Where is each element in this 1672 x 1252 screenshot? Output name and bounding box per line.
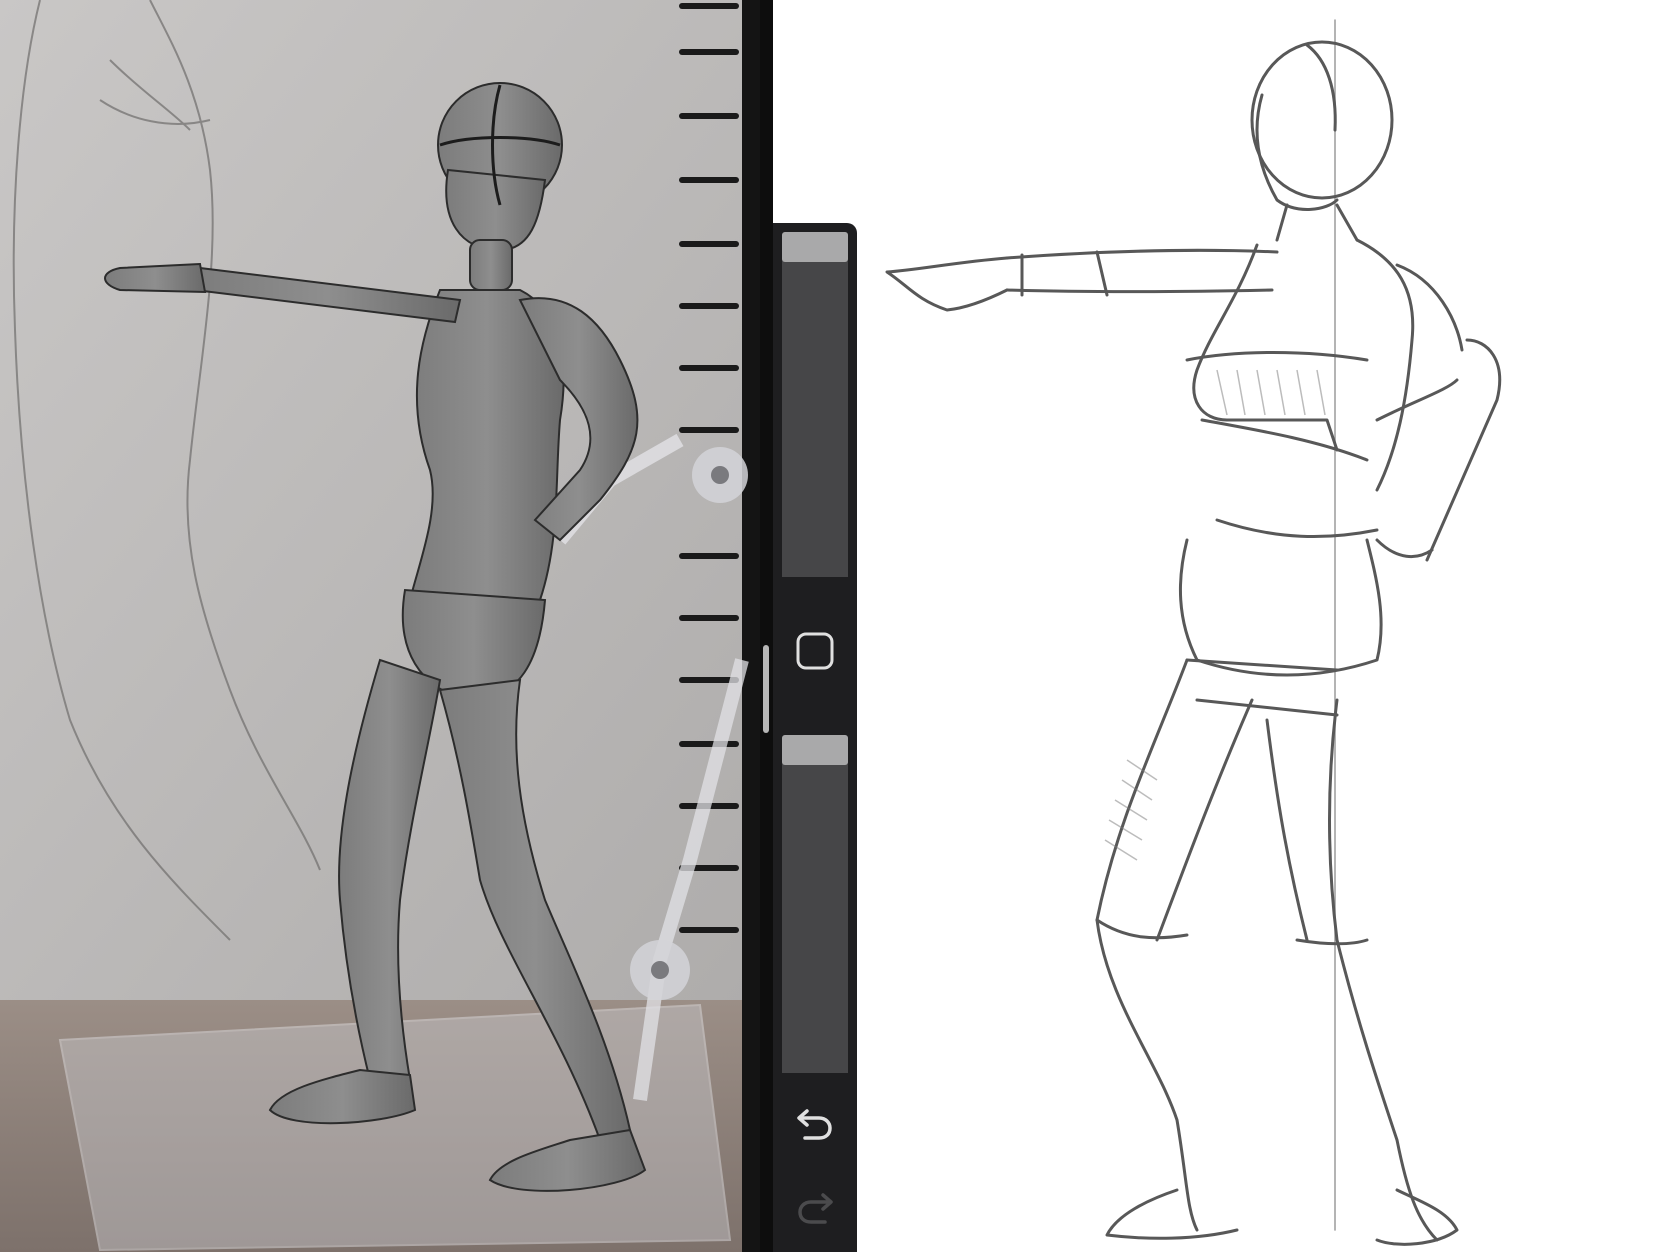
reference-image[interactable] <box>0 0 760 1252</box>
undo-icon <box>797 1109 832 1140</box>
split-view-divider[interactable] <box>760 0 773 1252</box>
drawing-canvas[interactable] <box>857 0 1672 1252</box>
brush-opacity-slider[interactable] <box>782 735 848 1073</box>
redo-icon <box>798 1193 833 1224</box>
redo-button[interactable] <box>792 1185 838 1231</box>
modify-button[interactable] <box>792 628 838 674</box>
reference-figure-photo <box>0 0 760 1252</box>
square-icon <box>796 632 834 670</box>
pencil-sketch <box>885 19 1502 1246</box>
brush-size-thumb[interactable] <box>782 232 848 262</box>
split-view-handle[interactable] <box>763 645 769 733</box>
undo-button[interactable] <box>792 1101 838 1147</box>
sidebar-toolbar <box>773 223 857 1252</box>
brush-size-slider[interactable] <box>782 232 848 577</box>
brush-opacity-thumb[interactable] <box>782 735 848 765</box>
